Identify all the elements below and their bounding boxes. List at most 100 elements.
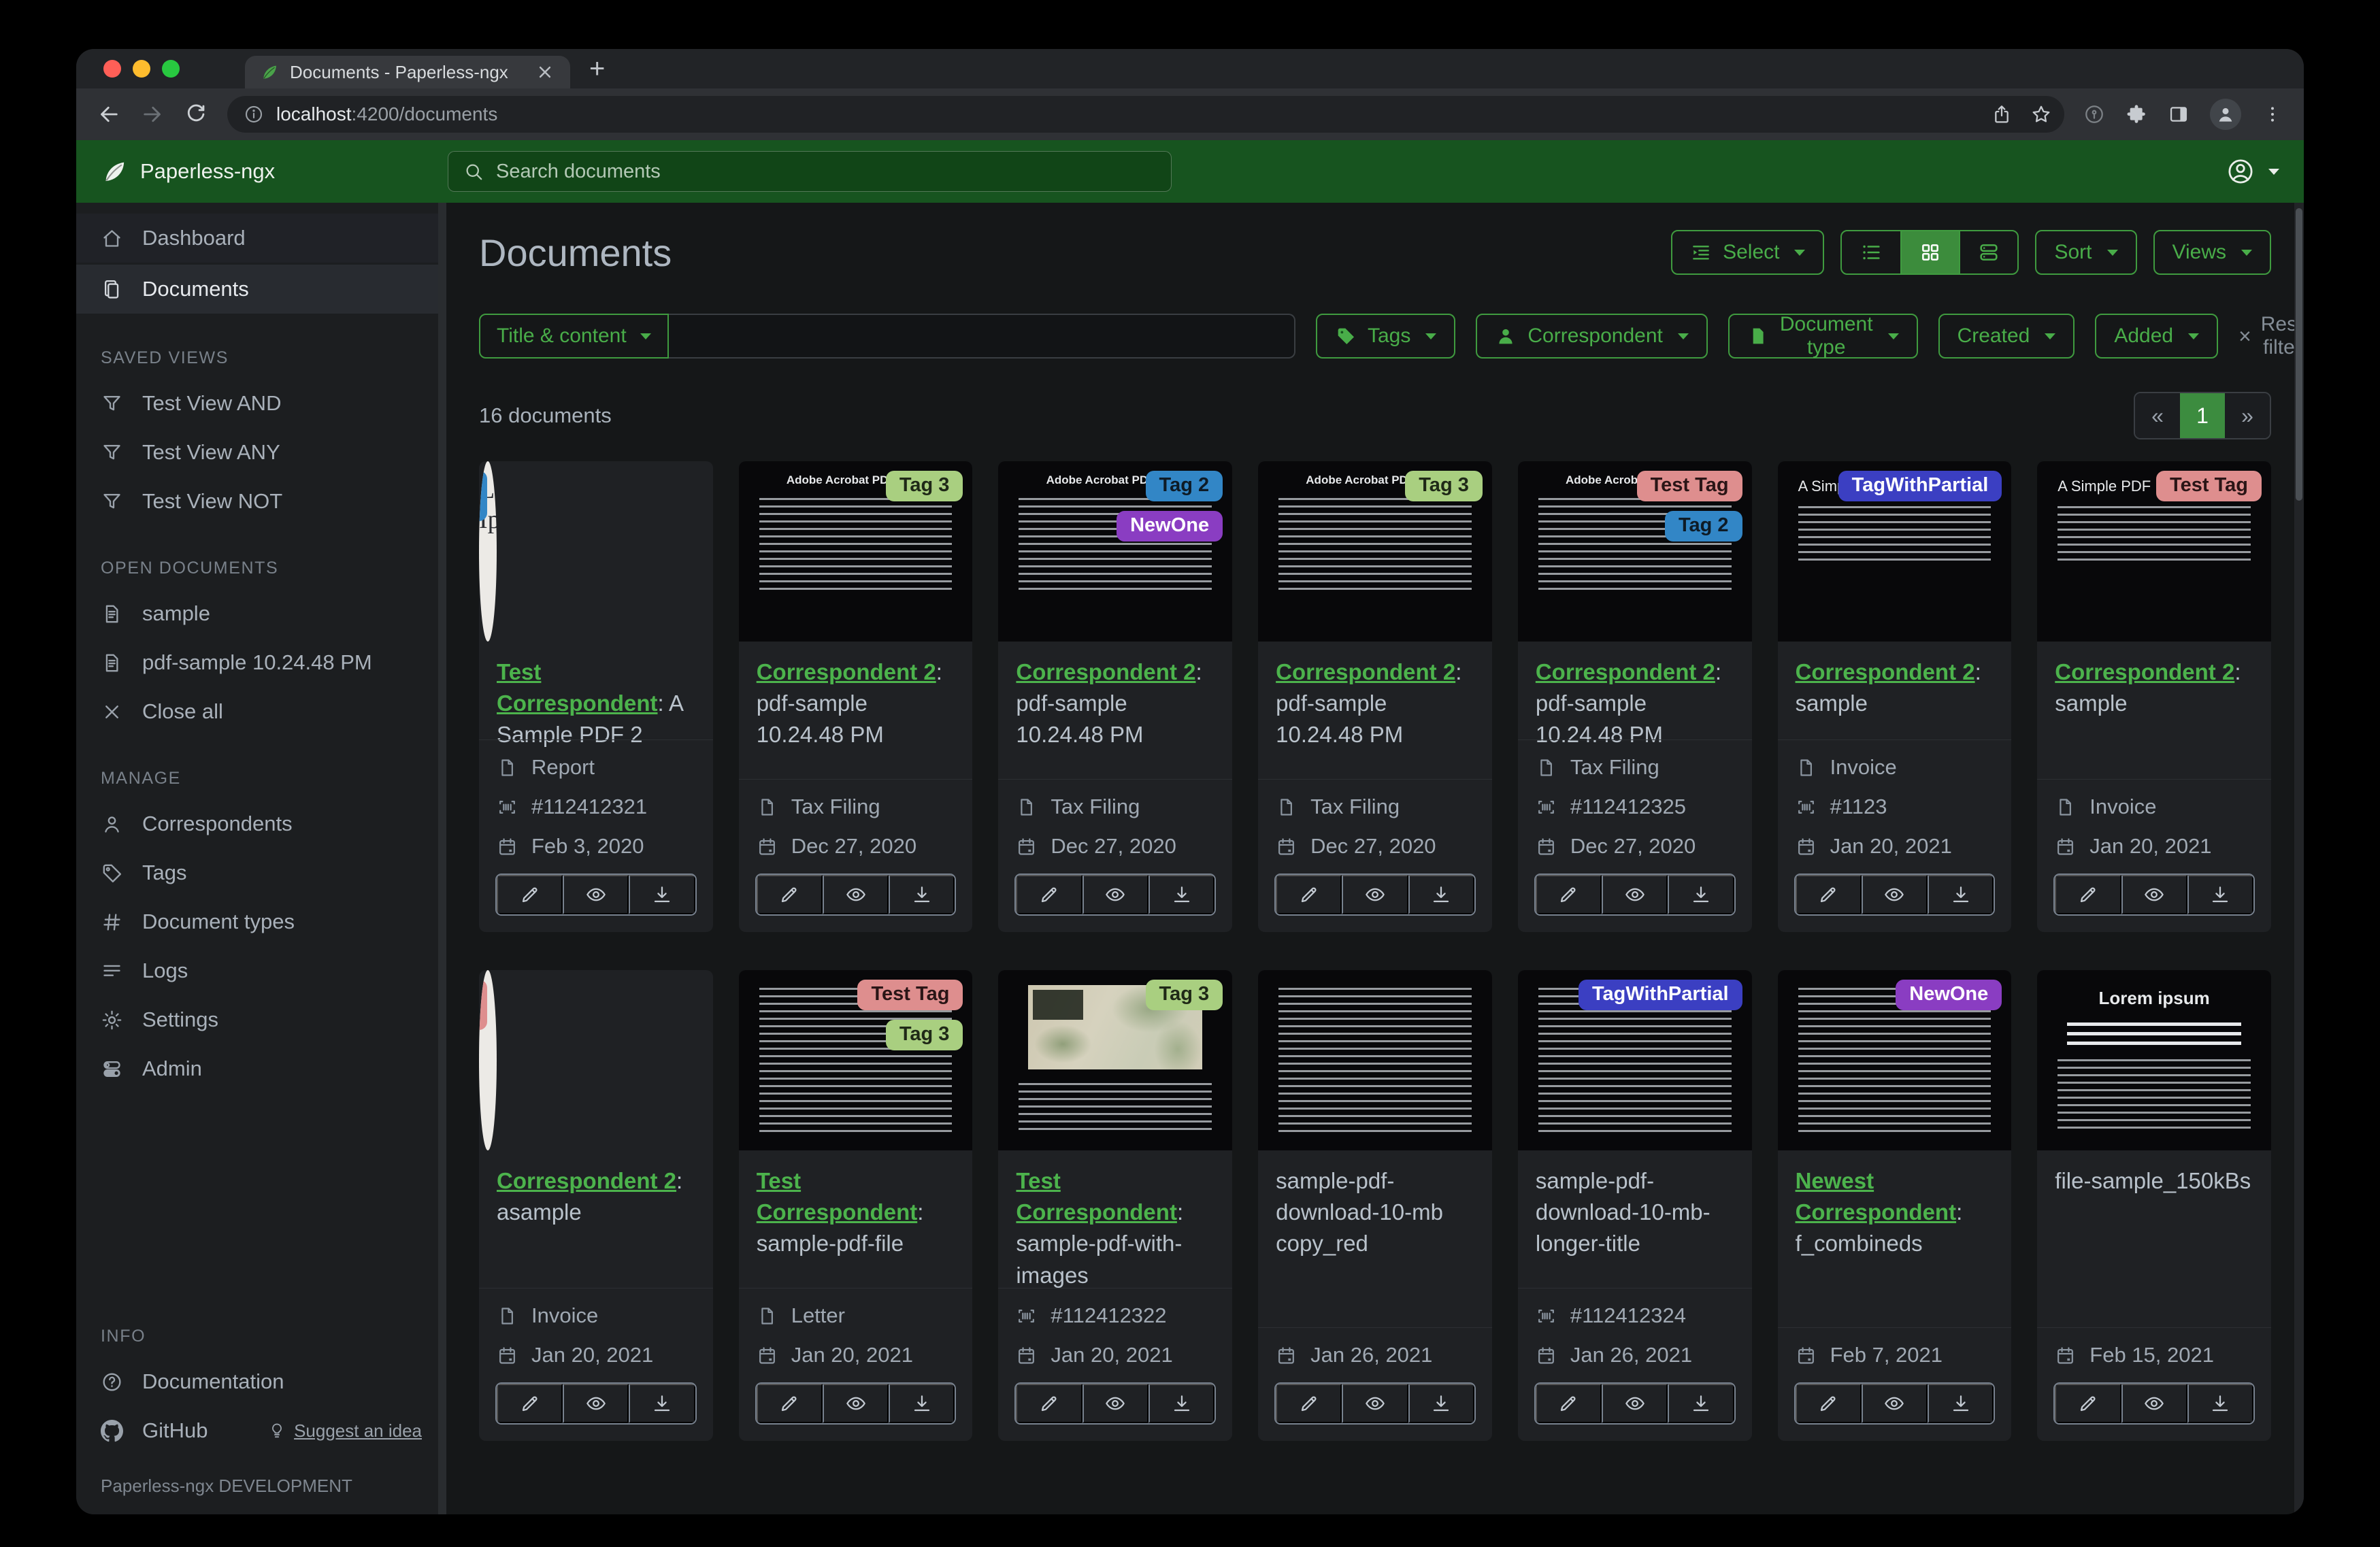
tag-badge-tag-2[interactable]: Tag 2 xyxy=(1145,471,1223,501)
document-title[interactable]: Correspondent 2: pdf-sample 10.24.48 PM xyxy=(1276,656,1474,751)
edit-button[interactable] xyxy=(497,875,563,914)
sidebar-item-test-view-and[interactable]: Test View AND xyxy=(76,379,446,428)
tag-badge-tag-3[interactable]: Tag 3 xyxy=(885,471,963,501)
document-date[interactable]: Dec 27, 2020 xyxy=(1276,834,1474,859)
password-manager-icon[interactable] xyxy=(2083,103,2105,125)
document-thumbnail[interactable]: Adobe Acrobat PDF Files Tag 3 xyxy=(738,461,973,642)
document-date[interactable]: Feb 7, 2021 xyxy=(1796,1343,1994,1367)
new-tab-button[interactable]: + xyxy=(589,54,605,84)
correspondent-link[interactable]: Correspondent 2 xyxy=(1016,659,1195,684)
correspondent-link[interactable]: Test Correspondent xyxy=(1016,1168,1177,1225)
document-type[interactable]: Report xyxy=(497,755,695,780)
added-filter-button[interactable]: Added xyxy=(2095,314,2219,359)
edit-button[interactable] xyxy=(1795,875,1862,914)
tag-badge-tagwithpartial[interactable]: TagWithPartial xyxy=(1838,471,2002,501)
view-button[interactable] xyxy=(1342,875,1408,914)
created-filter-button[interactable]: Created xyxy=(1938,314,2075,359)
edit-button[interactable] xyxy=(1016,875,1082,914)
view-button[interactable] xyxy=(1861,1384,1928,1423)
document-thumbnail[interactable]: Lorem IpsumTag 2 xyxy=(479,461,497,642)
view-button[interactable] xyxy=(1861,875,1928,914)
tag-badge-newone[interactable]: NewOne xyxy=(1117,511,1223,542)
edit-button[interactable] xyxy=(1276,1384,1342,1423)
correspondent-link[interactable]: Test Correspondent xyxy=(757,1168,918,1225)
document-thumbnail[interactable]: Tag 3 xyxy=(998,970,1233,1150)
view-button[interactable] xyxy=(1342,1384,1408,1423)
view-button[interactable] xyxy=(1602,875,1668,914)
download-button[interactable] xyxy=(1928,1384,1994,1423)
document-title[interactable]: file-sample_150kBs xyxy=(2055,1165,2253,1197)
correspondent-link[interactable]: Correspondent 2 xyxy=(1536,659,1715,684)
document-title[interactable]: Test Correspondent: sample-pdf-file xyxy=(757,1165,955,1260)
user-menu-button[interactable] xyxy=(2226,157,2279,186)
edit-button[interactable] xyxy=(1016,1384,1082,1423)
sidebar-item-close-all[interactable]: Close all xyxy=(76,687,446,736)
browser-menu-icon[interactable] xyxy=(2262,103,2283,125)
edit-button[interactable] xyxy=(1795,1384,1862,1423)
document-thumbnail[interactable]: Lorem ipsum xyxy=(2037,970,2271,1150)
share-icon[interactable] xyxy=(1991,103,2013,125)
document-asn[interactable]: #112412321 xyxy=(497,795,695,819)
document-asn[interactable]: #112412324 xyxy=(1536,1303,1734,1328)
document-thumbnail[interactable]: Adobe Acrobat PDF Files Tag 3 xyxy=(1258,461,1492,642)
document-title[interactable]: sample-pdf-download-10-mb copy_red xyxy=(1276,1165,1474,1260)
document-thumbnail[interactable]: Adobe Acrobat PDF Files Test Tag Tag 2 xyxy=(1517,461,1752,642)
global-search-input[interactable] xyxy=(496,160,1156,183)
brand[interactable]: Paperless-ngx xyxy=(101,158,275,185)
edit-button[interactable] xyxy=(1535,1384,1602,1423)
tag-badge-test-tag[interactable]: Test Tag xyxy=(1636,471,1742,501)
view-button[interactable] xyxy=(563,875,629,914)
document-asn[interactable]: #112412322 xyxy=(1016,1303,1214,1328)
document-title[interactable]: Newest Correspondent: f_combineds xyxy=(1796,1165,1994,1260)
download-button[interactable] xyxy=(1148,875,1215,914)
sidebar-item-github[interactable]: GitHub Suggest an idea xyxy=(76,1406,446,1455)
document-type[interactable]: Letter xyxy=(757,1303,955,1328)
document-thumbnail[interactable]: A Simple PDF FileTest Tag xyxy=(2037,461,2271,642)
download-button[interactable] xyxy=(1408,875,1474,914)
document-title[interactable]: Test Correspondent: sample-pdf-with-imag… xyxy=(1016,1165,1214,1291)
document-date[interactable]: Jan 20, 2021 xyxy=(497,1343,695,1367)
edit-button[interactable] xyxy=(497,1384,563,1423)
download-button[interactable] xyxy=(2187,1384,2253,1423)
tag-badge-tag-3[interactable]: Tag 3 xyxy=(885,1020,963,1050)
url-text[interactable]: localhost:4200/documents xyxy=(276,103,1979,125)
correspondent-filter-button[interactable]: Correspondent xyxy=(1476,314,1708,359)
document-thumbnail[interactable]: TagWithPartial xyxy=(1517,970,1752,1150)
view-button[interactable] xyxy=(2121,1384,2187,1423)
edit-button[interactable] xyxy=(756,1384,823,1423)
correspondent-link[interactable]: Correspondent 2 xyxy=(2055,659,2234,684)
sidebar-item-correspondents[interactable]: Correspondents xyxy=(76,799,446,848)
tag-badge-tagwithpartial[interactable]: TagWithPartial xyxy=(1578,980,1742,1010)
close-window-button[interactable] xyxy=(103,60,121,78)
document-title[interactable]: sample-pdf-download-10-mb-longer-title xyxy=(1536,1165,1734,1260)
sidebar-link-suggest-an-idea[interactable]: Suggest an idea xyxy=(268,1420,422,1442)
edit-button[interactable] xyxy=(1535,875,1602,914)
view-button[interactable] xyxy=(563,1384,629,1423)
view-button[interactable] xyxy=(1082,1384,1148,1423)
tag-badge-tag-2[interactable]: Tag 2 xyxy=(1664,511,1742,542)
pagination-page-1[interactable]: 1 xyxy=(2180,393,2225,438)
tag-badge-test-tag[interactable]: Test Tag xyxy=(857,980,963,1010)
document-title[interactable]: Correspondent 2: pdf-sample 10.24.48 PM xyxy=(1536,656,1734,751)
global-search[interactable] xyxy=(448,151,1172,192)
sidebar-item-admin[interactable]: Admin xyxy=(76,1044,446,1093)
document-title[interactable]: Correspondent 2: sample xyxy=(1796,656,1994,719)
edit-button[interactable] xyxy=(2055,1384,2121,1423)
filter-field-selector[interactable]: Title & content xyxy=(479,314,669,359)
sidebar-item-documentation[interactable]: Documentation xyxy=(76,1357,446,1406)
tab-close-icon[interactable] xyxy=(535,62,555,82)
view-button[interactable] xyxy=(1602,1384,1668,1423)
view-button[interactable] xyxy=(822,875,889,914)
document-date[interactable]: Dec 27, 2020 xyxy=(757,834,955,859)
reload-button[interactable] xyxy=(184,102,208,127)
document-thumbnail[interactable]: Adobe Acrobat PDF Files Tag 2 NewOne xyxy=(998,461,1233,642)
back-button[interactable] xyxy=(97,102,121,127)
sidebar-item-documents[interactable]: Documents xyxy=(76,265,446,314)
document-date[interactable]: Jan 26, 2021 xyxy=(1276,1343,1474,1367)
download-button[interactable] xyxy=(1408,1384,1474,1423)
document-type[interactable]: Invoice xyxy=(497,1303,695,1328)
zoom-window-button[interactable] xyxy=(162,60,180,78)
correspondent-link[interactable]: Correspondent 2 xyxy=(1276,659,1455,684)
sort-button[interactable]: Sort xyxy=(2035,230,2137,275)
correspondent-link[interactable]: Test Correspondent xyxy=(497,659,658,716)
